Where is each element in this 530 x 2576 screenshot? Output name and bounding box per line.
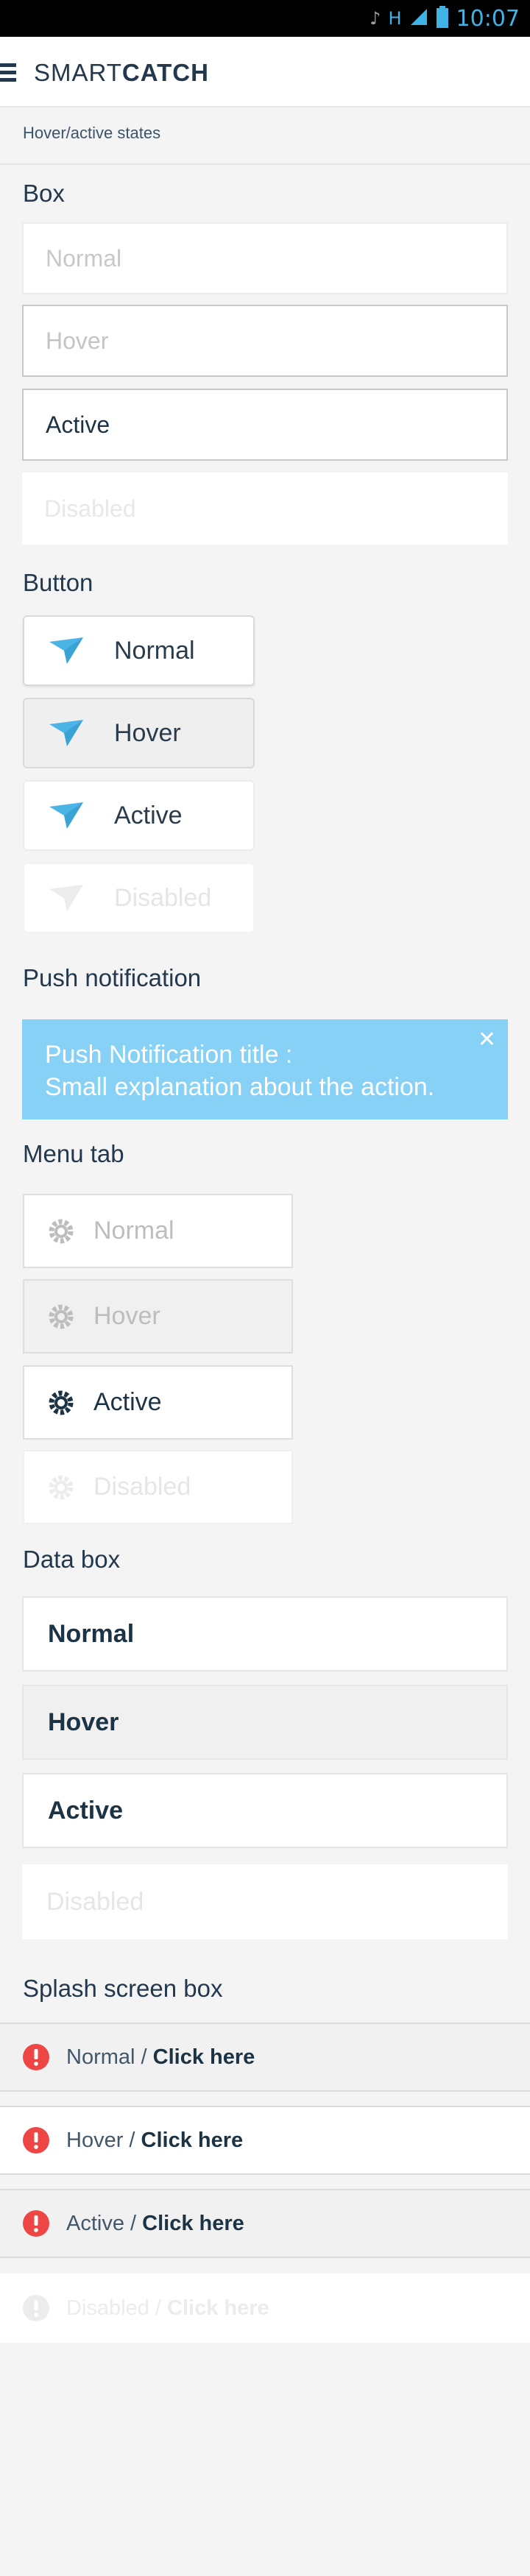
battery-icon [436,5,449,32]
box-disabled: Disabled [22,473,508,545]
logo-text-catch: CATCH [121,59,209,86]
data-box-active[interactable]: Active [22,1773,508,1848]
data-box-disabled: Disabled [22,1864,508,1939]
hamburger-menu-icon[interactable] [0,63,16,82]
box-active[interactable]: Active [22,389,508,461]
button-label: Normal [114,636,195,665]
data-box-hover[interactable]: Hover [22,1685,508,1760]
box-normal[interactable]: Normal [22,222,508,294]
logo-text-smart: SMART [34,59,122,86]
splash-row-hover[interactable]: Hover / Click here [0,2106,530,2175]
click-here-link[interactable]: Click here [142,2212,244,2236]
alert-icon [23,2127,49,2154]
paper-plane-icon [49,720,83,746]
smartcatch-logo: SMARTCATCH [34,59,209,87]
signal-icon [409,7,428,30]
menu-tab-active[interactable]: Active [23,1365,293,1440]
section-title-button: Button [23,569,93,596]
send-button-normal[interactable]: Normal [23,615,255,686]
menu-tab-normal[interactable]: Normal [23,1194,293,1268]
splash-row-disabled: Disabled / Click here [0,2274,530,2343]
splash-row-active[interactable]: Active / Click here [0,2189,530,2258]
paper-plane-icon [49,885,83,911]
push-notification-message: Small explanation about the action. [45,1073,435,1101]
paper-plane-icon [49,802,83,829]
clock: 10:07 [456,5,520,32]
click-here-link[interactable]: Click here [141,2129,244,2153]
menu-tab-disabled: Disabled [23,1450,293,1524]
section-title-menu-tab: Menu tab [23,1140,124,1167]
alert-icon [23,2295,49,2321]
close-icon[interactable]: ✕ [478,1024,496,1056]
alert-icon [23,2210,49,2237]
paper-plane-icon [49,637,83,664]
section-title-push: Push notification [23,964,202,991]
push-notification[interactable]: Push Notification title : Small explanat… [22,1019,508,1119]
mute-icon: ♪ [370,8,381,29]
splash-state-label: Disabled / [66,2296,161,2320]
gear-icon [49,1219,74,1243]
gear-icon [49,1475,74,1499]
status-bar: ♪ H 10:07 [0,0,530,37]
button-label: Disabled [114,883,212,912]
button-label: Active [114,801,183,829]
click-here-link[interactable]: Click here [153,2045,255,2070]
gear-icon [49,1304,74,1328]
menu-tab-label: Disabled [93,1473,191,1501]
section-title-splash: Splash screen box [23,1975,223,2002]
section-title-box: Box [23,180,65,207]
splash-state-label: Active / [66,2211,137,2235]
network-type-icon: H [388,8,402,29]
alert-icon [23,2044,49,2070]
send-button-active[interactable]: Active [23,780,255,851]
splash-state-label: Normal / [66,2045,147,2069]
push-notification-title: Push Notification title : [45,1041,293,1069]
menu-tab-label: Normal [93,1217,174,1245]
send-button-hover[interactable]: Hover [23,698,255,768]
send-button-disabled: Disabled [23,863,255,933]
app-header: SMARTCATCH [0,37,530,107]
menu-tab-hover[interactable]: Hover [23,1279,293,1354]
menu-tab-label: Hover [93,1302,160,1330]
button-label: Hover [114,718,181,747]
breadcrumb: Hover/active states [0,107,530,165]
menu-tab-label: Active [93,1388,162,1416]
section-title-data-box: Data box [23,1546,121,1573]
splash-state-label: Hover / [66,2128,135,2152]
box-hover[interactable]: Hover [22,305,508,377]
data-box-normal[interactable]: Normal [22,1596,508,1671]
click-here-link: Click here [167,2296,269,2320]
gear-icon [49,1390,74,1415]
splash-row-normal[interactable]: Normal / Click here [0,2023,530,2092]
